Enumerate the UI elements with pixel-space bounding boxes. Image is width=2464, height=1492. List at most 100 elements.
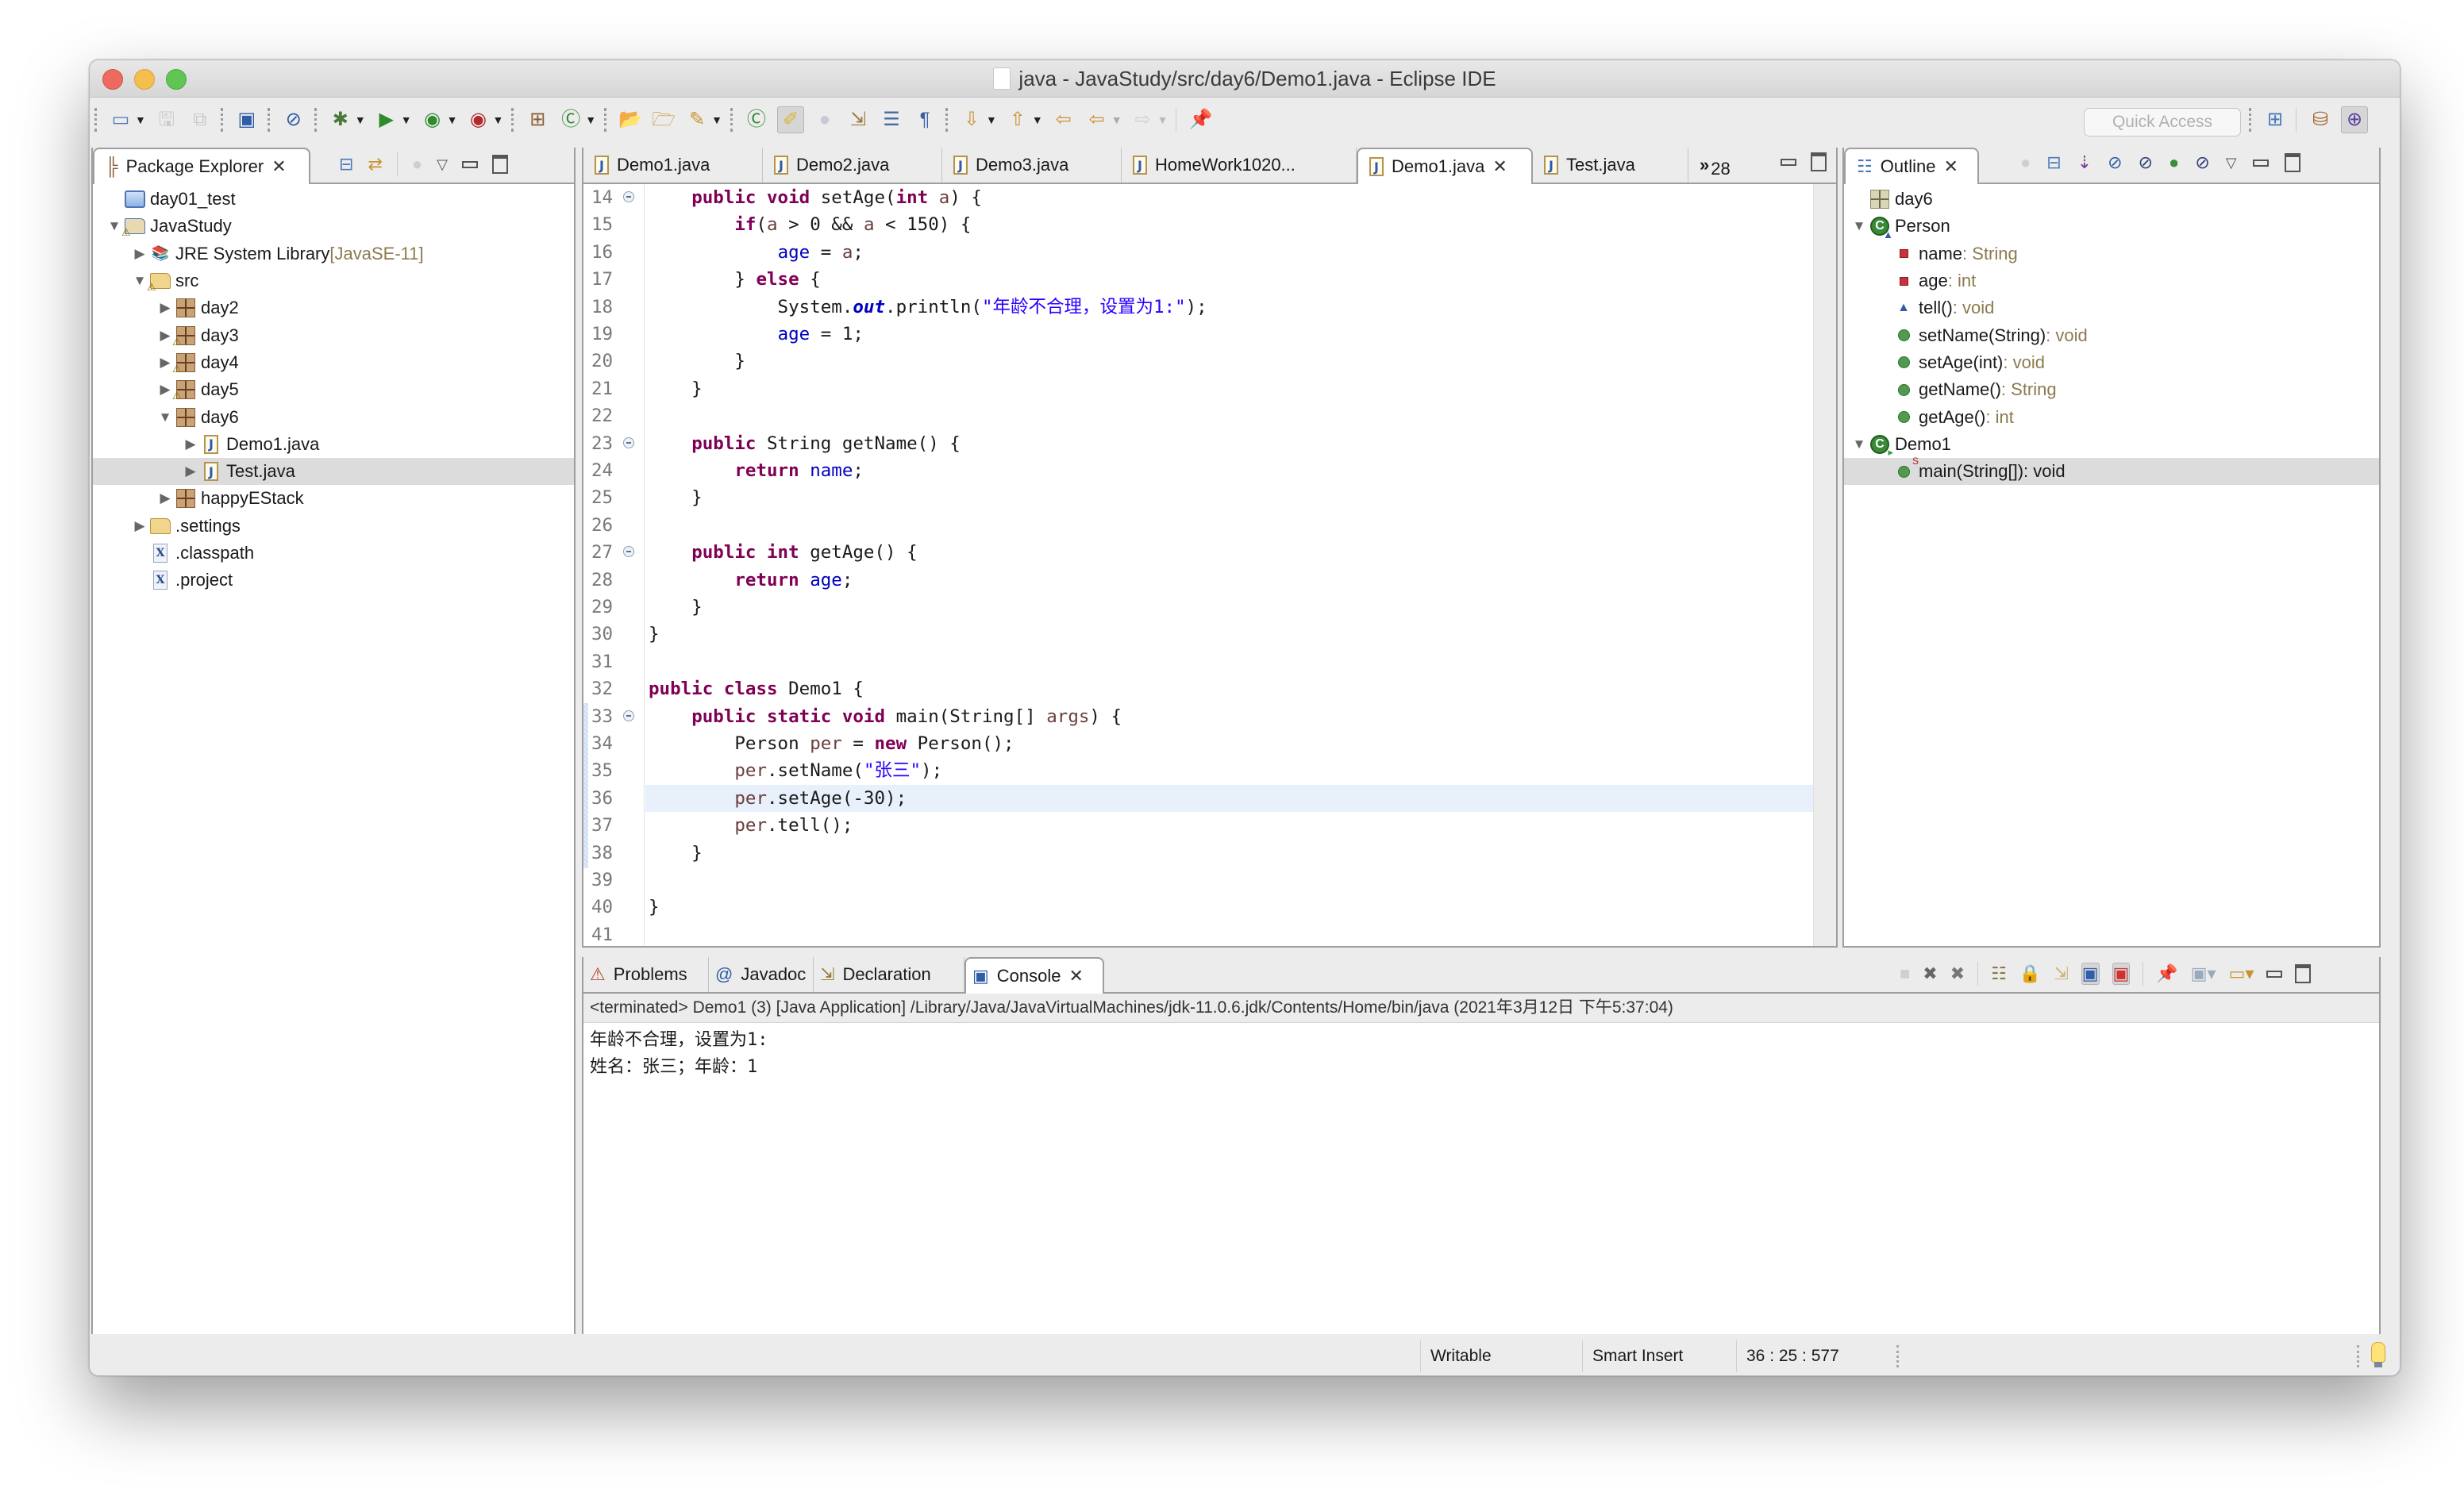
hide-local-types-icon[interactable]: ⊘ (2195, 152, 2209, 173)
bottom-tab-problems[interactable]: ⚠ Problems (583, 957, 709, 992)
maximize-icon[interactable] (2295, 964, 2312, 983)
tree-item[interactable]: ▶ ⚠ day3 (93, 321, 574, 348)
view-menu-icon[interactable]: ▽ (2226, 155, 2237, 171)
code-line[interactable]: 29 } (583, 594, 1814, 621)
bottom-tab-declaration[interactable]: ⇲ Declaration (814, 957, 964, 992)
collapse-all-icon[interactable]: ⊟ (2046, 152, 2061, 173)
tree-item[interactable]: ▼ ⚠ JavaStudy (93, 213, 574, 240)
hide-static-icon[interactable]: ⊘ (2139, 152, 2153, 173)
open-type-icon[interactable]: 📂 (618, 107, 643, 133)
code-line[interactable]: 41 (583, 921, 1814, 948)
close-tab-icon[interactable]: ✕ (1492, 156, 1507, 177)
collapsed-arrow-icon[interactable]: ▶ (158, 328, 172, 344)
tree-item[interactable]: X .classpath (93, 540, 574, 567)
show-console-stdout-icon[interactable]: ▣ (2081, 963, 2100, 985)
debug-dropdown-icon[interactable]: ▼ (355, 113, 366, 126)
quick-access-input[interactable]: Quick Access (2084, 108, 2241, 137)
outline-item[interactable]: getAge() : int (1844, 403, 2379, 430)
minimize-icon[interactable] (1781, 158, 1796, 166)
debug-icon[interactable]: ✱ (328, 107, 353, 133)
editor-tab[interactable]: J Demo1.java ✕ (1357, 148, 1533, 184)
expanded-arrow-icon[interactable]: ▼ (133, 273, 147, 289)
code-line[interactable]: 22 (583, 402, 1814, 429)
outline-item[interactable]: ▲ tell() : void (1844, 294, 2379, 321)
toggle-block-icon[interactable]: ⇲ (845, 107, 871, 133)
close-tab-icon[interactable]: ✕ (1943, 156, 1958, 177)
minimize-icon[interactable] (462, 160, 479, 168)
tree-item[interactable]: ▶ 📚 JRE System Library [JavaSE-11] (93, 240, 574, 267)
save-all-icon[interactable]: ⧉ (187, 107, 213, 133)
code-line[interactable]: 14 public void setAge(int a) { (583, 184, 1814, 211)
back-dropdown-icon[interactable]: ▼ (1111, 113, 1122, 126)
collapsed-arrow-icon[interactable]: ▶ (183, 436, 198, 452)
outline-item[interactable]: ▼ C ▸ Demo1 (1844, 431, 2379, 458)
view-menu-icon[interactable]: ▽ (437, 156, 448, 173)
tab-outline[interactable]: ☷ Outline ✕ (1844, 148, 1979, 184)
editor-tab[interactable]: J HomeWork1020... (1122, 148, 1357, 183)
code-line[interactable]: 19 age = 1; (583, 321, 1814, 348)
code-line[interactable]: 32 public class Demo1 { (583, 675, 1814, 702)
new-wizard-icon[interactable]: ▭ (108, 107, 133, 133)
outline-item[interactable]: Smain(String[]) : void (1844, 456, 2379, 486)
tree-item[interactable]: ▶ happyEStack (93, 485, 574, 512)
bottom-tab-console[interactable]: ▣ Console ✕ (964, 957, 1104, 994)
external-tools-icon[interactable]: ◉ (465, 107, 491, 133)
search-icon[interactable]: ✎ (684, 107, 710, 133)
previous-annotation-dropdown-icon[interactable]: ▼ (1032, 113, 1043, 126)
status-insert-mode[interactable]: Smart Insert (1582, 1340, 1735, 1372)
tree-item[interactable]: ▶ J Demo1.java (93, 431, 574, 458)
code-line[interactable]: 38 } (583, 840, 1814, 867)
maximize-icon[interactable] (2284, 153, 2300, 172)
expanded-arrow-icon[interactable]: ▼ (107, 218, 121, 234)
java-ee-perspective-icon[interactable]: ⛁ (2308, 107, 2333, 133)
code-line[interactable]: 26 (583, 512, 1814, 539)
editor-tab-overflow[interactable]: » 28 (1688, 148, 1742, 183)
open-task-icon[interactable]: 🗁 (651, 107, 676, 133)
console-icon[interactable]: ▣ (234, 107, 260, 133)
maximize-icon[interactable] (1811, 152, 1827, 171)
collapsed-arrow-icon[interactable]: ▶ (133, 518, 147, 534)
fold-collapse-icon[interactable] (623, 709, 634, 721)
code-line[interactable]: 30} (583, 621, 1814, 648)
expanded-arrow-icon[interactable]: ▼ (1852, 218, 1866, 234)
collapse-all-icon[interactable]: ⊟ (339, 154, 353, 175)
collapsed-arrow-icon[interactable]: ▶ (183, 463, 198, 479)
open-console-icon[interactable]: ▭▾ (2229, 963, 2254, 984)
code-line[interactable]: 17 } else { (583, 266, 1814, 293)
code-editor[interactable]: 14 public void setAge(int a) {15 if(a > … (583, 184, 1814, 946)
code-line[interactable]: 16 age = a; (583, 239, 1814, 266)
collapsed-arrow-icon[interactable]: ▶ (158, 490, 172, 506)
code-line[interactable]: 24 return name; (583, 457, 1814, 484)
collapsed-arrow-icon[interactable]: ▶ (158, 300, 172, 316)
next-annotation-dropdown-icon[interactable]: ▼ (986, 113, 997, 126)
code-line[interactable]: 18 System.out.println("年龄不合理，设置为1:"); (583, 294, 1814, 321)
tree-item[interactable]: X .project (93, 567, 574, 594)
tree-item[interactable]: ▶ ⚠ day5 (93, 376, 574, 403)
new-package-icon[interactable]: ⊞ (525, 107, 550, 133)
tree-item[interactable]: day01_test (93, 186, 574, 213)
code-line[interactable]: 28 return age; (583, 567, 1814, 594)
tree-item[interactable]: ▼ day6 (93, 403, 574, 430)
outline-item[interactable]: age : int (1844, 267, 2379, 294)
code-line[interactable]: 23 public String getName() { (583, 430, 1814, 457)
fold-collapse-icon[interactable] (623, 436, 634, 448)
tip-of-the-day-icon[interactable] (2371, 1342, 2385, 1367)
collapsed-arrow-icon[interactable]: ▶ (158, 355, 172, 371)
next-annotation-icon[interactable]: ⇩ (959, 107, 984, 133)
tree-item[interactable]: ▶ J Test.java (93, 457, 574, 486)
save-icon[interactable]: 🖫 (154, 107, 179, 133)
tree-item[interactable]: ▶ day2 (93, 294, 574, 321)
run-icon[interactable]: ▶ (374, 107, 399, 133)
remove-all-terminated-icon[interactable]: ✖ (1950, 963, 1965, 984)
tree-item[interactable]: ▶ ⚠ day4 (93, 349, 574, 376)
pin-console-icon[interactable]: 📌 (2156, 963, 2177, 984)
search-dropdown-icon[interactable]: ▼ (711, 113, 722, 126)
tree-item[interactable]: ▶ .settings (93, 513, 574, 540)
collapsed-arrow-icon[interactable]: ▶ (158, 382, 172, 398)
last-edit-icon[interactable]: ⇦ (1051, 107, 1076, 133)
tab-package-explorer[interactable]: ╠ Package Explorer ✕ (93, 148, 310, 184)
hide-non-public-icon[interactable]: ● (2169, 152, 2179, 173)
expanded-arrow-icon[interactable]: ▼ (1852, 436, 1866, 452)
toolbar-grip[interactable] (94, 108, 100, 132)
code-line[interactable]: 25 } (583, 484, 1814, 511)
